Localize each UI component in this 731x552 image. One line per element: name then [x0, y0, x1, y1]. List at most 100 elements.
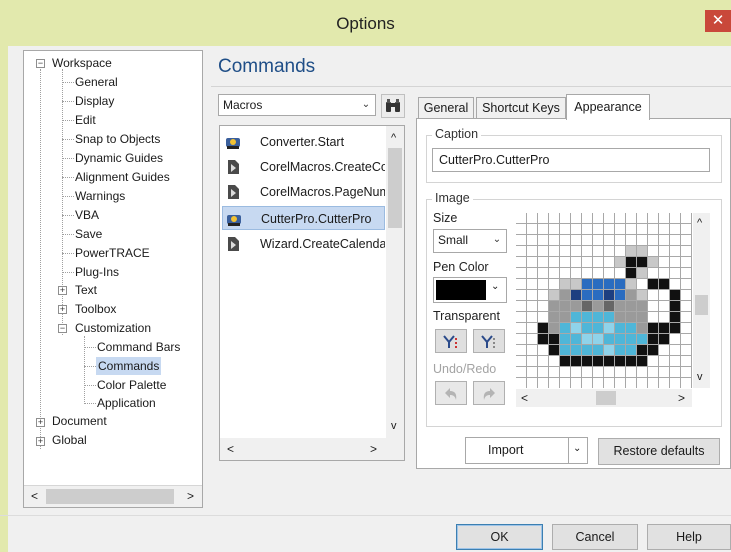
pixel-cell[interactable] — [615, 213, 625, 223]
category-dropdown[interactable]: Macros ⌄ — [218, 94, 376, 116]
pixel-cell[interactable] — [659, 213, 669, 223]
pixel-cell[interactable] — [549, 323, 559, 333]
pixel-cell[interactable] — [549, 356, 559, 366]
scroll-thumb[interactable] — [388, 148, 402, 228]
pixel-cell[interactable] — [626, 246, 636, 256]
tree-item-edit[interactable]: Edit — [75, 111, 96, 129]
pixel-cell[interactable] — [604, 312, 614, 322]
pixel-cell[interactable] — [527, 301, 537, 311]
pixel-cell[interactable] — [549, 235, 559, 245]
pixel-cell[interactable] — [582, 356, 592, 366]
pixel-cell[interactable] — [681, 323, 691, 333]
pixel-cell[interactable] — [648, 290, 658, 300]
pixel-cell[interactable] — [637, 356, 647, 366]
pixel-cell[interactable] — [670, 279, 680, 289]
pixel-cell[interactable] — [615, 345, 625, 355]
list-item[interactable]: Wizard.CreateCalenda — [222, 232, 385, 256]
collapse-icon[interactable]: − — [36, 59, 45, 68]
pixel-cell[interactable] — [593, 224, 603, 234]
pixel-cell[interactable] — [670, 323, 680, 333]
pixel-cell[interactable] — [681, 334, 691, 344]
pixel-cell[interactable] — [615, 367, 625, 377]
tree-item-toolbox[interactable]: Toolbox — [75, 300, 116, 318]
pixel-cell[interactable] — [659, 290, 669, 300]
pixel-cell[interactable] — [681, 290, 691, 300]
pixel-cell[interactable] — [516, 290, 526, 300]
pixel-cell[interactable] — [615, 224, 625, 234]
tree-horizontal-scrollbar[interactable]: < > — [24, 485, 202, 507]
pixel-cell[interactable] — [582, 290, 592, 300]
tab-shortcut-keys[interactable]: Shortcut Keys — [476, 97, 566, 119]
pixel-cell[interactable] — [681, 213, 691, 223]
commands-list[interactable]: Converter.Start CorelMacros.CreateCo Cor… — [219, 125, 405, 461]
pixel-cell[interactable] — [626, 257, 636, 267]
pixel-cell[interactable] — [637, 279, 647, 289]
pixel-cell[interactable] — [681, 378, 691, 388]
pixel-cell[interactable] — [637, 378, 647, 388]
pixel-cell[interactable] — [615, 268, 625, 278]
pixel-cell[interactable] — [582, 279, 592, 289]
pixel-cell[interactable] — [538, 268, 548, 278]
pixel-cell[interactable] — [582, 235, 592, 245]
pixel-cell[interactable] — [593, 246, 603, 256]
pixel-cell[interactable] — [615, 301, 625, 311]
tree-item-application[interactable]: Application — [97, 394, 156, 412]
pixel-cell[interactable] — [626, 345, 636, 355]
pixel-cell[interactable] — [549, 312, 559, 322]
pixel-cell[interactable] — [560, 257, 570, 267]
pixel-cell[interactable] — [648, 378, 658, 388]
pixel-cell[interactable] — [670, 235, 680, 245]
redo-button[interactable] — [473, 381, 505, 405]
pixel-cell[interactable] — [593, 290, 603, 300]
pixel-cell[interactable] — [516, 279, 526, 289]
pixel-cell[interactable] — [648, 257, 658, 267]
pixel-cell[interactable] — [626, 213, 636, 223]
pixel-cell[interactable] — [549, 246, 559, 256]
pixel-cell[interactable] — [670, 213, 680, 223]
expand-icon[interactable]: + — [58, 305, 67, 314]
pixel-cell[interactable] — [626, 235, 636, 245]
pixel-cell[interactable] — [516, 235, 526, 245]
pixel-cell[interactable] — [549, 301, 559, 311]
pixel-cell[interactable] — [604, 235, 614, 245]
pixel-cell[interactable] — [659, 268, 669, 278]
pixel-cell[interactable] — [681, 257, 691, 267]
pixel-cell[interactable] — [560, 323, 570, 333]
pixel-cell[interactable] — [571, 257, 581, 267]
pixel-cell[interactable] — [527, 224, 537, 234]
pixel-cell[interactable] — [549, 279, 559, 289]
pixel-cell[interactable] — [527, 290, 537, 300]
pixel-cell[interactable] — [593, 213, 603, 223]
pixel-cell[interactable] — [604, 378, 614, 388]
pixel-cell[interactable] — [659, 323, 669, 333]
pixel-cell[interactable] — [670, 367, 680, 377]
pixel-cell[interactable] — [626, 301, 636, 311]
pixel-cell[interactable] — [626, 268, 636, 278]
pixel-cell[interactable] — [560, 224, 570, 234]
pixel-cell[interactable] — [560, 279, 570, 289]
pixel-cell[interactable] — [571, 323, 581, 333]
pixel-cell[interactable] — [670, 378, 680, 388]
pixel-cell[interactable] — [560, 268, 570, 278]
pixel-cell[interactable] — [549, 224, 559, 234]
pixel-cell[interactable] — [527, 279, 537, 289]
transparent-clear-button[interactable] — [473, 329, 505, 353]
scroll-down-icon[interactable]: v — [391, 420, 397, 432]
tree-item-command-bars[interactable]: Command Bars — [97, 338, 180, 356]
pixel-cell[interactable] — [571, 378, 581, 388]
pixel-cell[interactable] — [560, 367, 570, 377]
tree-item-alignment-guides[interactable]: Alignment Guides — [75, 168, 170, 186]
tree-item-global[interactable]: Global — [52, 431, 87, 449]
pixel-cell[interactable] — [593, 301, 603, 311]
pixel-cell[interactable] — [681, 235, 691, 245]
pixel-cell[interactable] — [648, 224, 658, 234]
scroll-left-icon[interactable]: < — [227, 442, 234, 456]
pixel-cell[interactable] — [626, 334, 636, 344]
pixel-cell[interactable] — [538, 334, 548, 344]
pixel-cell[interactable] — [615, 279, 625, 289]
pixel-cell[interactable] — [516, 268, 526, 278]
pixel-cell[interactable] — [681, 224, 691, 234]
pixel-cell[interactable] — [527, 334, 537, 344]
tree-item-color-palette[interactable]: Color Palette — [97, 376, 166, 394]
list-item[interactable]: CutterPro.CutterPro — [222, 206, 385, 230]
